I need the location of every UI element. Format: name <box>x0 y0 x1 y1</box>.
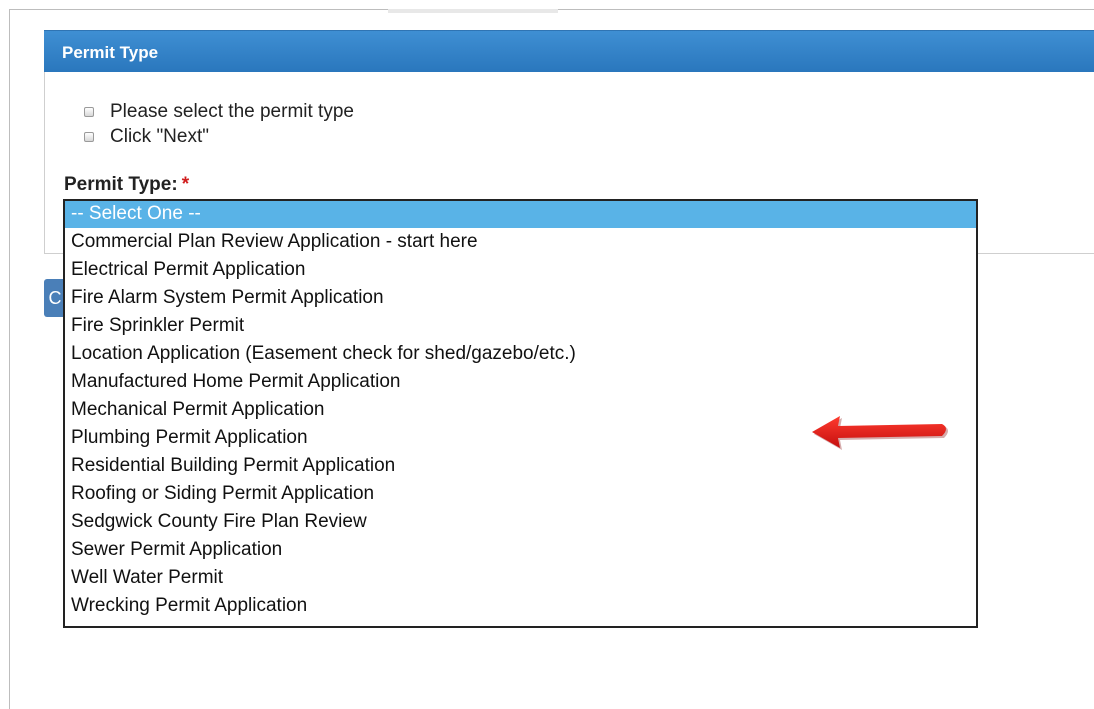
listbox-option[interactable]: Wrecking Permit Application <box>65 593 976 620</box>
instruction-text: Click "Next" <box>110 126 209 147</box>
listbox-option[interactable]: Location Application (Easement check for… <box>65 341 976 368</box>
listbox-option[interactable]: Commercial Plan Review Application - sta… <box>65 229 976 256</box>
panel-title: Permit Type <box>62 43 159 62</box>
listbox-option[interactable]: Electrical Permit Application <box>65 257 976 284</box>
bullet-icon <box>84 107 94 117</box>
listbox-option[interactable]: Fire Sprinkler Permit <box>65 313 976 340</box>
listbox-option[interactable]: Sedgwick County Fire Plan Review <box>65 509 976 536</box>
red-arrow-icon <box>812 416 948 450</box>
permit-type-label-text: Permit Type: <box>64 174 178 195</box>
bullet-icon <box>84 132 94 142</box>
listbox-option[interactable]: Fire Alarm System Permit Application <box>65 285 976 312</box>
listbox-option[interactable]: Manufactured Home Permit Application <box>65 369 976 396</box>
instructions-list: Please select the permit type Click "Nex… <box>84 101 354 151</box>
top-tab-strip <box>388 9 558 13</box>
listbox-option[interactable]: Sewer Permit Application <box>65 537 976 564</box>
listbox-option[interactable]: -- Select One -- <box>65 201 976 228</box>
instruction-item: Click "Next" <box>84 126 354 151</box>
listbox-option[interactable]: Residential Building Permit Application <box>65 453 976 480</box>
instruction-text: Please select the permit type <box>110 101 354 122</box>
listbox-option[interactable]: Well Water Permit <box>65 565 976 592</box>
panel-header: Permit Type <box>44 30 1094 72</box>
listbox-option[interactable]: Roofing or Siding Permit Application <box>65 481 976 508</box>
instruction-item: Please select the permit type <box>84 101 354 126</box>
permit-type-label: Permit Type: * <box>64 174 189 196</box>
required-marker: * <box>181 174 190 195</box>
